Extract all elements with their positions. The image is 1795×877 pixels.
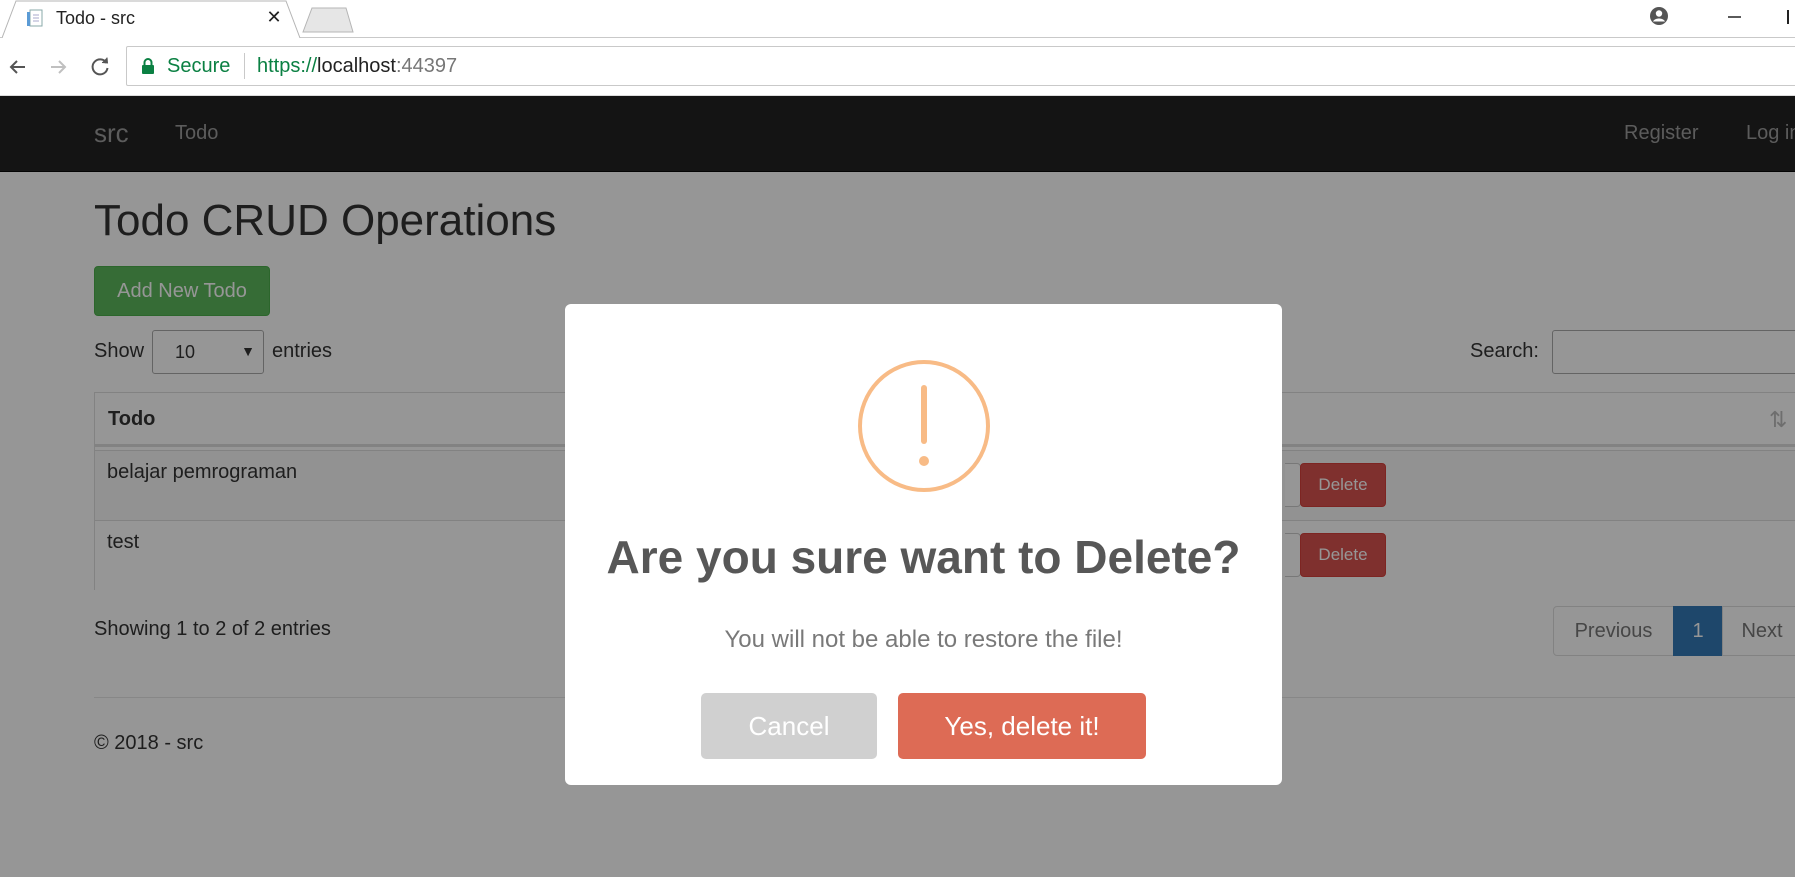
profile-icon[interactable] <box>1648 5 1670 27</box>
browser-tabstrip: Todo - src ✕ <box>0 0 1795 38</box>
page-favicon-icon <box>27 9 43 27</box>
secure-label: Secure <box>167 55 231 77</box>
confirm-delete-dialog: Are you sure want to Delete? You will no… <box>565 304 1282 785</box>
new-tab-button[interactable] <box>302 6 354 33</box>
back-icon[interactable] <box>5 54 31 80</box>
maximize-icon[interactable] <box>1787 10 1795 24</box>
cancel-button[interactable]: Cancel <box>701 693 877 759</box>
forward-icon[interactable] <box>45 54 71 80</box>
lock-icon <box>142 58 154 74</box>
address-separator <box>244 53 245 79</box>
dialog-title: Are you sure want to Delete? <box>606 531 1241 583</box>
url-host: localhost <box>317 55 396 77</box>
url-scheme: https:// <box>257 55 318 77</box>
confirm-delete-button[interactable]: Yes, delete it! <box>898 693 1146 759</box>
url-text: https://localhost:44397 <box>257 55 457 78</box>
tab-shape <box>2 0 301 38</box>
address-bar[interactable]: Secure https://localhost:44397 <box>126 46 1795 86</box>
browser-toolbar: Secure https://localhost:44397 <box>0 38 1795 96</box>
tab-title: Todo - src <box>56 8 136 28</box>
reload-icon[interactable] <box>87 54 113 80</box>
browser-tab[interactable]: Todo - src ✕ <box>2 0 302 38</box>
dialog-message: You will not be able to restore the file… <box>724 626 1123 653</box>
minimize-icon[interactable] <box>1722 5 1746 29</box>
url-port: :44397 <box>395 55 458 77</box>
warning-icon <box>858 360 990 492</box>
tab-close-icon[interactable]: ✕ <box>264 7 284 27</box>
